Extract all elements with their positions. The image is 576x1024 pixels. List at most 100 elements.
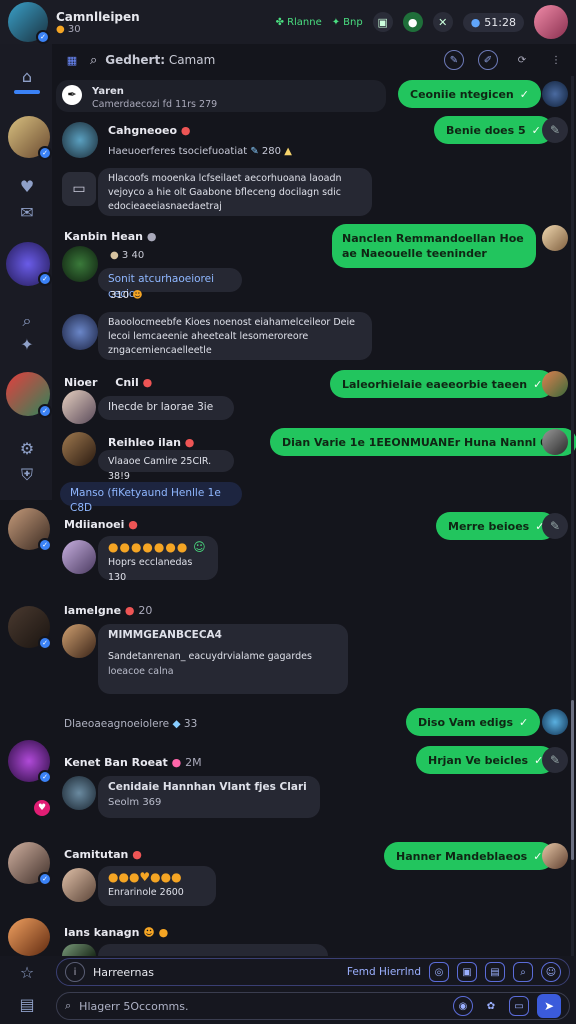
sender-avatar[interactable] <box>62 314 98 350</box>
pin-icon[interactable]: ✦ <box>16 334 38 356</box>
settings-icon[interactable]: ⚙ <box>16 438 38 460</box>
search-icon[interactable]: ⌕ <box>16 310 38 332</box>
dot-icon: ● <box>470 15 481 29</box>
save-icon[interactable]: ▣ <box>372 12 393 32</box>
message-bubble[interactable] <box>98 944 328 956</box>
mic-icon[interactable]: ◉ <box>453 996 473 1016</box>
attachment-icon[interactable]: ▭ <box>62 172 96 206</box>
sender-avatar[interactable] <box>62 868 96 902</box>
sparkle-icon: ✦ <box>331 16 341 28</box>
sender-name: Kenet Ban Roeat ● 2M <box>64 756 202 769</box>
message-bubble[interactable]: Hlacoofs mooenka lcfseilaet aecorhuoana … <box>98 168 372 216</box>
reaction-icon: ● <box>171 756 182 769</box>
verified-icon: ✓ <box>38 538 52 552</box>
contact-avatar[interactable] <box>8 918 50 956</box>
sender-avatar[interactable] <box>62 944 96 956</box>
sync-icon[interactable]: ⟳ <box>512 50 532 70</box>
outgoing-bubble[interactable]: Benie does 5 ✓ <box>434 116 553 144</box>
recipient-avatar[interactable] <box>542 843 568 869</box>
edit-icon[interactable]: ✎ <box>542 117 568 143</box>
message-input[interactable]: ⌕ Hlagerr 5Occomms. ◉ ✿ ▭ ➤ <box>56 992 570 1020</box>
sender-avatar[interactable] <box>62 122 98 158</box>
recipient-avatar[interactable] <box>542 709 568 735</box>
star-icon[interactable]: ☆ <box>16 962 38 984</box>
heart-icon[interactable]: ♥ <box>34 800 50 816</box>
chat-icon[interactable]: ✉ <box>16 202 38 224</box>
recipient-avatar[interactable] <box>542 81 568 107</box>
compose-icon[interactable]: ✎ <box>444 50 464 70</box>
message-bubble[interactable]: Ihecde br laorae 3ie <box>98 396 234 420</box>
current-user-avatar[interactable]: ✓ <box>8 2 50 44</box>
more-icon[interactable]: ⋮ <box>546 50 566 70</box>
heart-icon[interactable]: ♥ <box>16 176 38 198</box>
status-pill-1[interactable]: ✤ Rlanne <box>276 17 322 28</box>
pin-icon: ✒ <box>62 85 82 105</box>
profile-avatar[interactable] <box>534 5 568 39</box>
online-icon[interactable]: ● <box>402 12 423 32</box>
message-bubble[interactable]: MIMMGEANBCECA4 Sandetanrenan_ eacuydrvia… <box>98 624 348 694</box>
sender-name: Cahgneoeo ● <box>108 124 191 137</box>
image-icon[interactable]: ▣ <box>457 962 477 982</box>
system-message: Dlaeoaeagnoeiolere ◆ 33 <box>64 718 198 730</box>
gif-icon[interactable]: ▤ <box>485 962 505 982</box>
outgoing-bubble[interactable]: Merre beioes ✓ <box>436 512 557 540</box>
edit-icon[interactable]: ✐ <box>478 50 498 70</box>
edit-icon[interactable]: ✎ <box>542 747 568 773</box>
sender-avatar[interactable] <box>62 624 96 658</box>
recipient-avatar[interactable] <box>542 429 568 455</box>
emoji-icon: ☻ <box>132 290 143 301</box>
sender-avatar[interactable] <box>62 540 96 574</box>
header-title-block: Camnlleipen ● 30 <box>56 10 140 35</box>
sender-name: Reihleo ilan ● <box>108 436 195 449</box>
reaction-icon: ● <box>124 604 135 617</box>
link-bubble[interactable]: Manso (fiKetyaund Henlle 1e C8D <box>60 482 242 514</box>
status-pill-2[interactable]: ✦ Bnp <box>332 17 363 28</box>
sender-avatar[interactable] <box>62 390 96 424</box>
message-bubble[interactable]: ●●●●●●● ☺ Hoprs ecclanedas 130 <box>98 536 218 583</box>
message-bubble[interactable]: ●●●♥●●● Enrarinole 2600 <box>98 866 216 906</box>
outgoing-bubble[interactable]: Dian Varie 1e 1EEONMUANEr Huna Nannl 61O <box>270 428 576 456</box>
message-bubble[interactable]: Vlaaoe Camire 25CIR. 38!9 <box>98 450 234 482</box>
message-bubble[interactable]: Sonit atcurhaoeiorei cecio <box>98 268 242 300</box>
sender-avatar[interactable] <box>62 246 98 282</box>
search-icon: ⌕ <box>65 999 72 1012</box>
globe-icon[interactable]: ✿ <box>481 996 501 1016</box>
info-icon[interactable]: i <box>65 962 85 982</box>
shield-icon[interactable]: ⛨ <box>16 464 38 486</box>
outgoing-bubble[interactable]: Laleorhielaie eaeeorbie taeen ✓ <box>330 370 555 398</box>
home-icon[interactable]: ⌂ <box>16 66 38 88</box>
sender-avatar[interactable] <box>62 776 96 810</box>
search-input[interactable]: Gedhert: Camam <box>105 53 215 67</box>
lock-icon: ● <box>146 230 157 243</box>
read-icon: ✓ <box>533 377 543 391</box>
scrollbar-thumb[interactable] <box>571 700 574 860</box>
app-grid-icon[interactable]: ▦ <box>62 50 82 70</box>
emoji-row: ●●●♥●●● <box>108 870 182 884</box>
attach-icon[interactable]: ▭ <box>509 996 529 1016</box>
outgoing-bubble[interactable]: Diso Vam edigs ✓ <box>406 708 541 736</box>
pinned-text: Camerdaecozi fd 11rs 279 <box>92 99 218 110</box>
send-button[interactable]: ➤ <box>537 994 561 1018</box>
search-actions: ✎ ✐ ⟳ ⋮ <box>444 50 566 70</box>
emoji-picker-icon[interactable]: ☺ <box>541 962 561 982</box>
reaction-icon: ● <box>184 436 195 449</box>
message-placeholder: Hlagerr 5Occomms. <box>79 999 189 1013</box>
message-bubble[interactable]: Baoolocmeebfe Kioes noenost eiahamelceil… <box>98 312 372 360</box>
time-pill[interactable]: ● 51:28 <box>462 12 524 32</box>
edit-icon[interactable]: ✎ <box>542 513 568 539</box>
outgoing-bubble[interactable]: Hrjan Ve beicles ✓ <box>416 746 556 774</box>
document-icon[interactable]: ▤ <box>16 994 38 1016</box>
mention-icon[interactable]: ⌕ <box>513 962 533 982</box>
reaction-icon: ● <box>180 124 191 137</box>
outgoing-bubble[interactable]: Ceoniie ntegicen ✓ <box>398 80 541 108</box>
outgoing-bubble[interactable]: Hanner Mandeblaeos ✓ <box>384 842 555 870</box>
recipient-avatar[interactable] <box>542 225 568 251</box>
outgoing-bubble[interactable]: Nanclen Remmandoellan Hoe ae Naeouelle t… <box>332 224 536 268</box>
composer-mode[interactable]: Femd Hierrlnd <box>347 966 421 978</box>
format-icon[interactable]: ◎ <box>429 962 449 982</box>
sender-avatar[interactable] <box>62 432 96 466</box>
close-icon[interactable]: ✕ <box>432 12 453 32</box>
pinned-message[interactable]: ✒ Yaren Camerdaecozi fd 11rs 279 <box>56 80 386 112</box>
recipient-avatar[interactable] <box>542 371 568 397</box>
message-bubble[interactable]: Cenidaie Hannhan Vlant fjes Clari Seolm … <box>98 776 320 818</box>
